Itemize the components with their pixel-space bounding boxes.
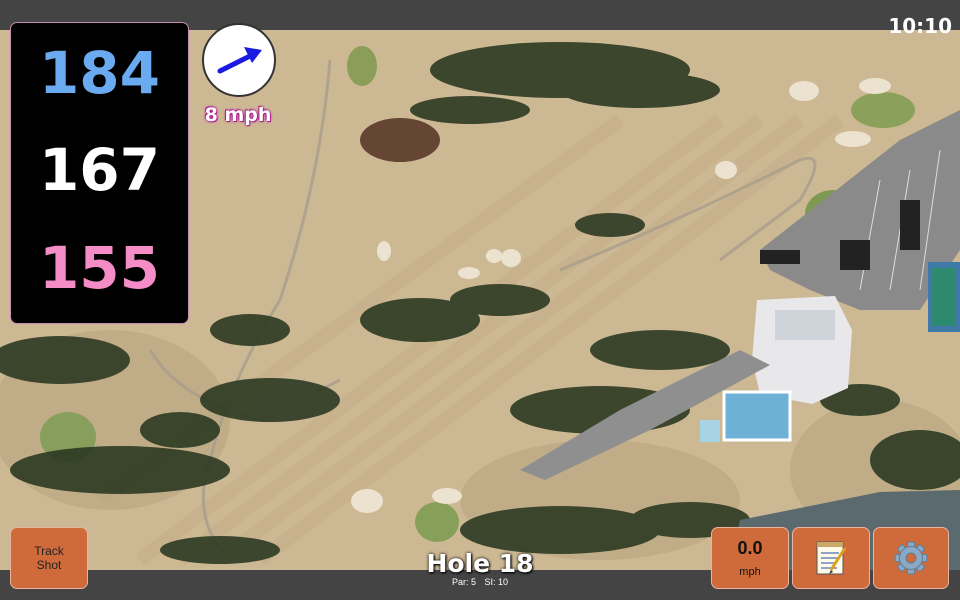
settings-button[interactable] <box>874 528 948 588</box>
speed-button[interactable]: 0.0 mph <box>712 528 788 588</box>
distance-front: 155 <box>38 234 161 302</box>
clock: 10:10 <box>888 14 952 38</box>
speed-unit: mph <box>739 566 761 578</box>
hole-stroke-index: SI: 10 <box>484 577 509 587</box>
speed-value: 0.0 <box>737 538 763 558</box>
track-shot-button[interactable]: Track Shot <box>11 528 87 588</box>
wind-indicator <box>202 23 276 97</box>
gear-icon <box>894 541 928 575</box>
distance-back: 184 <box>38 39 161 107</box>
arrow-right-up-icon <box>217 47 262 74</box>
distance-panel: 184 167 155 <box>11 23 188 323</box>
notes-button[interactable] <box>793 528 869 588</box>
hole-title: Hole 18 <box>426 549 534 578</box>
track-shot-label-line1: Track <box>34 544 64 558</box>
hole-info: Par: 5 SI: 10 <box>380 577 580 587</box>
notepad-icon <box>816 541 847 575</box>
track-shot-label-line2: Shot <box>36 558 62 572</box>
wind-speed-label: 8 mph <box>204 104 272 126</box>
distance-center: 167 <box>38 136 161 204</box>
hole-par: Par: 5 <box>451 577 476 587</box>
